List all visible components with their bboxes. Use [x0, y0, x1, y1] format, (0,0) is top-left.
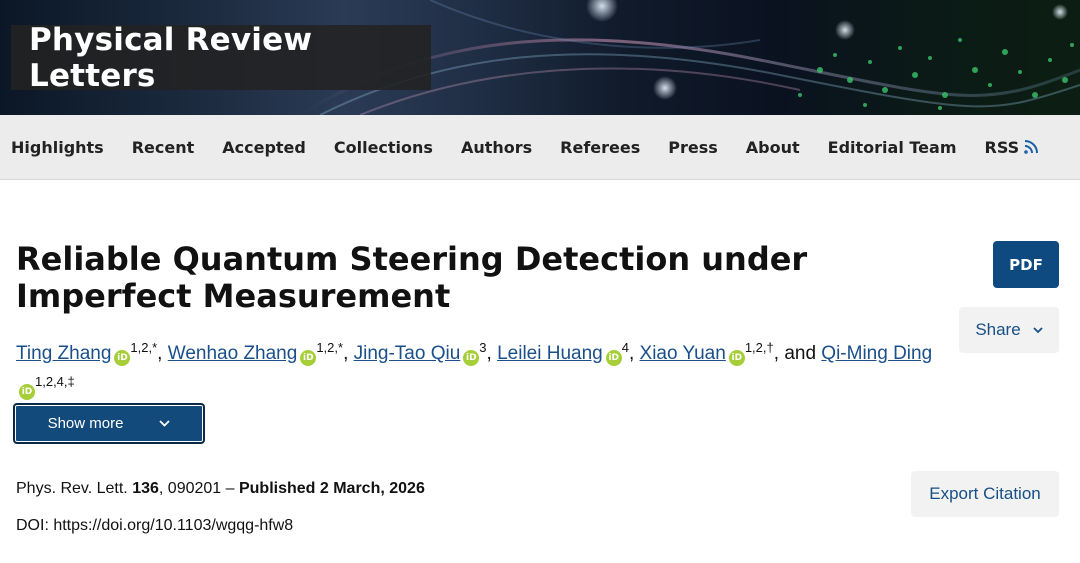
orcid-icon[interactable]: iD: [19, 384, 35, 400]
share-button[interactable]: Share: [959, 307, 1059, 353]
author-affiliation: 1,2,4,‡: [35, 374, 75, 389]
nav-item-collections[interactable]: Collections: [334, 138, 433, 157]
nav-item-about[interactable]: About: [746, 138, 800, 157]
chevron-down-icon: [1033, 326, 1043, 333]
author-link[interactable]: Ting Zhang: [16, 343, 111, 364]
author-affiliation: 1,2,*: [130, 340, 158, 355]
nav-item-editorial-team[interactable]: Editorial Team: [828, 138, 957, 157]
chevron-down-icon: [159, 420, 171, 427]
orcid-icon[interactable]: iD: [114, 350, 131, 366]
citation-journal: Phys. Rev. Lett.: [16, 480, 128, 497]
author-affiliation: 3: [479, 340, 487, 355]
author-link[interactable]: Wenhao Zhang: [168, 343, 298, 364]
orcid-icon[interactable]: iD: [728, 350, 745, 366]
author-link[interactable]: Xiao Yuan: [640, 343, 726, 364]
orcid-icon[interactable]: iD: [605, 350, 622, 366]
show-more-button[interactable]: Show more: [13, 403, 205, 444]
orcid-icon[interactable]: iD: [463, 350, 480, 366]
article-title: Reliable Quantum Steering Detection unde…: [16, 240, 808, 315]
author-affiliation: 1,2,*: [316, 340, 344, 355]
export-citation-button[interactable]: Export Citation: [911, 471, 1059, 517]
main-nav: Highlights Recent Accepted Collections A…: [0, 115, 1080, 180]
author-link[interactable]: Qi-Ming Ding: [821, 343, 932, 364]
nav-item-press[interactable]: Press: [668, 138, 718, 157]
citation-line: Phys. Rev. Lett. 136, 090201 – Published…: [16, 480, 425, 498]
author-affiliation: 4: [621, 340, 629, 355]
orcid-icon[interactable]: iD: [300, 350, 317, 366]
author-affiliation: 1,2,†: [744, 340, 774, 355]
nav-item-highlights[interactable]: Highlights: [11, 138, 104, 157]
citation-article-number: , 090201 –: [158, 480, 239, 497]
pdf-button[interactable]: PDF: [993, 241, 1059, 288]
nav-item-rss[interactable]: RSS: [985, 138, 1040, 157]
published-date: Published 2 March, 2026: [238, 480, 425, 497]
journal-title[interactable]: Physical Review Letters: [29, 22, 431, 94]
rss-icon: [1024, 140, 1039, 154]
nav-item-rss-label: RSS: [984, 137, 1020, 157]
author-link[interactable]: Jing-Tao Qiu: [354, 343, 461, 364]
and-text: and: [784, 343, 817, 364]
journal-title-box[interactable]: Physical Review Letters: [11, 22, 431, 94]
doi-text[interactable]: DOI: https://doi.org/10.1103/wgqg-hfw8: [16, 517, 293, 535]
show-more-label: Show more: [47, 415, 124, 432]
share-label: Share: [975, 320, 1021, 339]
author-list: Ting Zhang iD1,2,*, Wenhao Zhang iD1,2,*, …: [16, 334, 946, 402]
nav-item-recent[interactable]: Recent: [132, 138, 195, 157]
nav-item-referees[interactable]: Referees: [560, 138, 640, 157]
nav-item-accepted[interactable]: Accepted: [222, 138, 306, 157]
header-banner: Physical Review Letters: [0, 0, 1080, 115]
citation-volume: 136: [132, 480, 159, 497]
nav-item-authors[interactable]: Authors: [461, 138, 532, 157]
author-link[interactable]: Leilei Huang: [497, 343, 603, 364]
